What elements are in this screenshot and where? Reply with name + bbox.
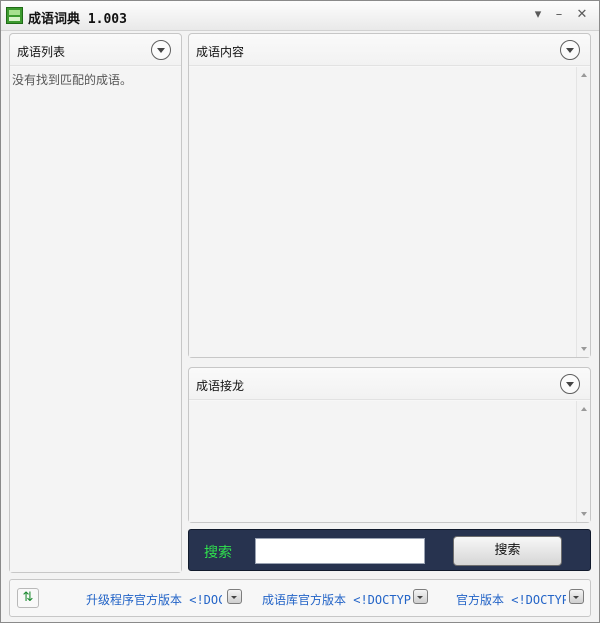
idiom-content-scrollbar[interactable] [576, 67, 590, 357]
idiom-library-dropdown-icon[interactable] [413, 589, 428, 604]
refresh-icon[interactable]: ⇅ [17, 588, 39, 608]
search-button[interactable]: 搜索 [453, 536, 562, 566]
footer-bar: ⇅ 升级程序官方版本 <!DOC 成语库官方版本 <!DOCTYP 官方版本 <… [9, 579, 591, 617]
upgrade-program-link[interactable]: 升级程序官方版本 <!DOC [86, 591, 222, 608]
search-bar: 搜索 搜索 [188, 529, 591, 571]
idiom-chain-header: 成语接龙 [189, 368, 590, 400]
idiom-chain-panel: 成语接龙 [188, 367, 591, 523]
upgrade-program-dropdown-icon[interactable] [227, 589, 242, 604]
app-icon [6, 7, 23, 24]
idiom-list-collapse-icon[interactable] [151, 40, 171, 60]
minimize-icon[interactable]: – [550, 6, 568, 24]
idiom-content-collapse-icon[interactable] [560, 40, 580, 60]
idiom-list-empty-message: 没有找到匹配的成语。 [12, 73, 133, 87]
search-input[interactable] [255, 538, 425, 564]
idiom-list-body[interactable]: 没有找到匹配的成语。 [10, 67, 181, 572]
idiom-list-title: 成语列表 [17, 45, 66, 59]
scroll-down-icon[interactable] [581, 347, 587, 351]
idiom-content-panel: 成语内容 [188, 33, 591, 358]
idiom-chain-body[interactable] [189, 401, 590, 522]
idiom-list-panel: 成语列表 没有找到匹配的成语。 [9, 33, 182, 573]
idiom-content-body[interactable] [189, 67, 590, 357]
scroll-up-icon[interactable] [581, 407, 587, 411]
idiom-content-header: 成语内容 [189, 34, 590, 66]
scroll-down-icon[interactable] [581, 512, 587, 516]
idiom-chain-collapse-icon[interactable] [560, 374, 580, 394]
official-version-link[interactable]: 官方版本 <!DOCTYP [456, 591, 566, 608]
official-version-dropdown-icon[interactable] [569, 589, 584, 604]
idiom-list-header: 成语列表 [10, 34, 181, 66]
title-bar[interactable]: 成语词典 1.003 ▾ – ✕ [1, 1, 599, 31]
idiom-chain-scrollbar[interactable] [576, 401, 590, 522]
menu-dropdown-icon[interactable]: ▾ [529, 6, 547, 24]
close-icon[interactable]: ✕ [573, 6, 591, 24]
idiom-chain-title: 成语接龙 [196, 379, 245, 393]
window-title: 成语词典 1.003 [28, 12, 127, 27]
search-label: 搜索 [204, 545, 232, 561]
idiom-content-title: 成语内容 [196, 45, 245, 59]
scroll-up-icon[interactable] [581, 73, 587, 77]
idiom-library-link[interactable]: 成语库官方版本 <!DOCTYP [262, 591, 417, 608]
main-window: 成语词典 1.003 ▾ – ✕ 成语列表 没有找到匹配的成语。 成语内容 成语… [0, 0, 600, 623]
